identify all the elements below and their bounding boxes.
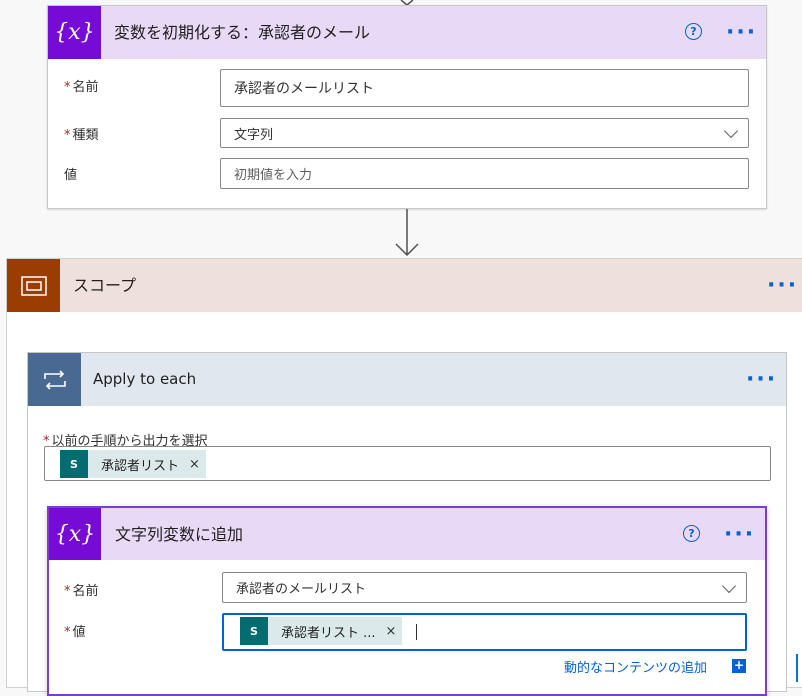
sharepoint-icon: S [240,617,268,645]
type-label: * 種類 [64,128,99,143]
token-label: 承認者リスト ... [281,625,376,641]
value-label: 値 [64,168,78,183]
remove-token-icon[interactable]: × [386,624,397,639]
append-variable-header[interactable]: {x} 文字列変数に追加 ? ··· [49,508,765,560]
variable-icon: {x} [49,508,101,560]
name-label: * 名前 [64,80,99,95]
chevron-down-icon [721,578,737,593]
dynamic-token[interactable]: S 承認者リスト × [60,450,206,478]
remove-token-icon[interactable]: × [189,457,200,472]
connector-arrow [395,209,419,257]
value-label: * 値 [64,625,86,640]
scope-header[interactable]: スコープ ··· [7,259,802,312]
variable-value-input[interactable]: 初期値を入力 [220,158,749,189]
more-options-icon[interactable]: ··· [767,275,798,297]
apply-to-each-header[interactable]: Apply to each ··· [28,353,786,406]
add-dynamic-content-link[interactable]: 動的なコンテンツの追加 [564,657,707,676]
text-cursor [416,624,417,640]
initialize-variable-card: {x} 変数を初期化する：承認者のメール ? ··· * 名前 承認者のメールリス… [47,5,767,209]
variable-type-dropdown[interactable]: 文字列 [220,118,749,148]
chevron-down-icon [723,123,739,139]
append-variable-title: 文字列変数に追加 [115,525,244,544]
help-icon[interactable]: ? [683,525,700,542]
variable-name-input[interactable]: 承認者のメールリスト [220,69,749,107]
help-icon[interactable]: ? [685,23,702,40]
token-label: 承認者リスト [101,458,180,474]
initialize-variable-title: 変数を初期化する：承認者のメール [114,23,371,42]
variable-icon: {x} [48,6,101,59]
sharepoint-icon: S [60,450,88,478]
more-options-icon[interactable]: ··· [746,369,777,391]
append-variable-card: {x} 文字列変数に追加 ? ··· * 名前 承認者のメールリスト * 値 動的な… [47,506,767,696]
initialize-variable-header[interactable]: {x} 変数を初期化する：承認者のメール ? ··· [48,6,766,59]
variable-name-dropdown[interactable]: 承認者のメールリスト [222,572,747,603]
side-panel-edge [796,654,802,682]
more-options-icon[interactable]: ··· [724,524,755,546]
add-dynamic-content-icon[interactable]: + [732,659,746,673]
name-label: * 名前 [64,584,99,599]
loop-icon [28,353,81,406]
dynamic-token[interactable]: S 承認者リスト ... × [240,617,403,645]
more-options-icon[interactable]: ··· [726,22,757,44]
scope-icon [7,259,60,312]
scope-title: スコープ [73,276,137,295]
apply-to-each-title: Apply to each [93,370,197,388]
